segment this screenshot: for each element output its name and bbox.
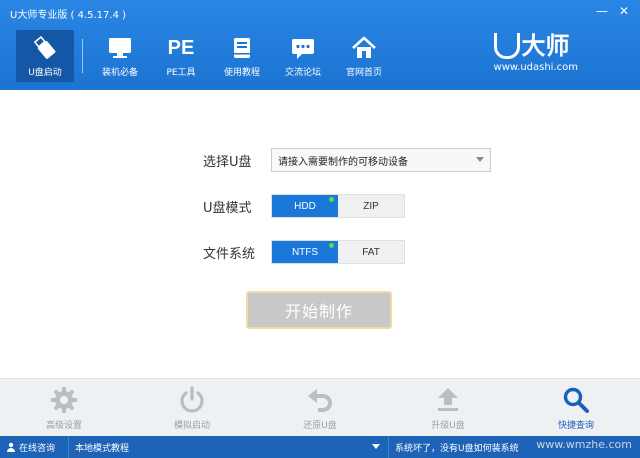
tool-label: 升级U盘 [431,421,465,431]
upgrade-arrow-icon [433,385,463,415]
nav-label: 交流论坛 [284,68,321,78]
bottom-toolbar: 高级设置 模拟启动 还原U盘 升级U盘 快捷查询 [0,378,640,436]
main-panel: 选择U盘 请接入需要制作的可移动设备 U盘模式 HDD ZIP 文件系统 NTF… [0,90,640,378]
nav-usb-boot[interactable]: U盘启动 [16,30,74,82]
usb-device-select[interactable]: 请接入需要制作的可移动设备 [271,148,491,172]
tool-upgrade-usb[interactable]: 升级U盘 [384,379,512,437]
dropdown-arrow-icon [372,444,380,449]
usb-select-label: 选择U盘 [203,154,252,170]
user-icon [7,442,15,452]
nav-label: U盘启动 [28,68,62,78]
fs-ntfs-button[interactable]: NTFS [272,241,338,263]
nav-forum[interactable]: 交流论坛 [274,30,332,82]
watermark: www.wmzhe.com [536,438,632,451]
tool-label: 高级设置 [45,421,82,431]
magnifier-icon [561,385,591,415]
brand-logo: 大师 www.udashi.com [493,32,578,73]
usb-mode-row: U盘模式 HDD ZIP [203,194,405,218]
tool-label: 模拟启动 [173,421,210,431]
mode-hdd-button[interactable]: HDD [272,195,338,217]
brand-name: 大师 [521,32,570,60]
power-icon [177,385,207,415]
selected-indicator-icon [329,243,334,248]
usb-mode-label: U盘模式 [203,200,252,216]
home-icon [349,34,379,62]
monitor-icon [105,34,135,62]
undo-arrow-icon [305,385,335,415]
tool-simulate-boot[interactable]: 模拟启动 [128,379,256,437]
tool-label: 还原U盘 [303,421,337,431]
local-tutorial-dropdown[interactable]: 本地模式教程 [68,436,388,458]
usb-select-value: 请接入需要制作的可移动设备 [278,156,408,168]
filesystem-label: 文件系统 [203,246,256,262]
tool-restore-usb[interactable]: 还原U盘 [256,379,384,437]
close-button[interactable]: ✕ [614,2,634,20]
mode-zip-button[interactable]: ZIP [338,195,404,217]
online-consult-link[interactable]: 在线咨询 [0,436,68,458]
filesystem-toggle: NTFS FAT [271,240,405,264]
nav-divider [82,39,83,73]
gear-icon [49,385,79,415]
selected-indicator-icon [329,197,334,202]
chevron-down-icon [476,157,484,162]
tool-advanced-settings[interactable]: 高级设置 [0,379,128,437]
fs-fat-button[interactable]: FAT [338,241,404,263]
usb-select-row: 选择U盘 请接入需要制作的可移动设备 [203,148,491,172]
header-bar: U大师专业版 ( 4.5.17.4 ) — ✕ U盘启动 装机必备 PE PE工… [0,0,640,90]
nav-label: 使用教程 [223,68,260,78]
nav-tutorials[interactable]: 使用教程 [213,30,271,82]
nav-label: PE工具 [166,68,196,78]
book-icon [227,34,257,62]
usb-mode-toggle: HDD ZIP [271,194,405,218]
status-bar: 在线咨询 本地模式教程 系统坏了，没有U盘如何装系统 www.wmzhe.com [0,436,640,458]
brand-url: www.udashi.com [493,62,578,73]
tool-quick-query[interactable]: 快捷查询 [512,379,640,437]
window-title: U大师专业版 ( 4.5.17.4 ) [10,10,127,21]
app-window: U大师专业版 ( 4.5.17.4 ) — ✕ U盘启动 装机必备 PE PE工… [0,0,640,458]
nav-label: 装机必备 [101,68,138,78]
main-nav: U盘启动 装机必备 PE PE工具 使用教程 交流论坛 官网首页 [16,30,396,86]
pe-text-icon: PE [167,37,195,59]
minimize-button[interactable]: — [592,2,612,20]
usb-drive-icon [30,34,60,62]
nav-install-essentials[interactable]: 装机必备 [91,30,149,82]
nav-homepage[interactable]: 官网首页 [335,30,393,82]
filesystem-row: 文件系统 NTFS FAT [203,240,405,264]
start-make-button[interactable]: 开始制作 [246,291,392,329]
tool-label: 快捷查询 [557,421,594,431]
nav-label: 官网首页 [345,68,382,78]
nav-pe-tools[interactable]: PE PE工具 [152,30,210,82]
brand-u-mark [493,33,520,59]
chat-bubble-icon [288,34,318,62]
